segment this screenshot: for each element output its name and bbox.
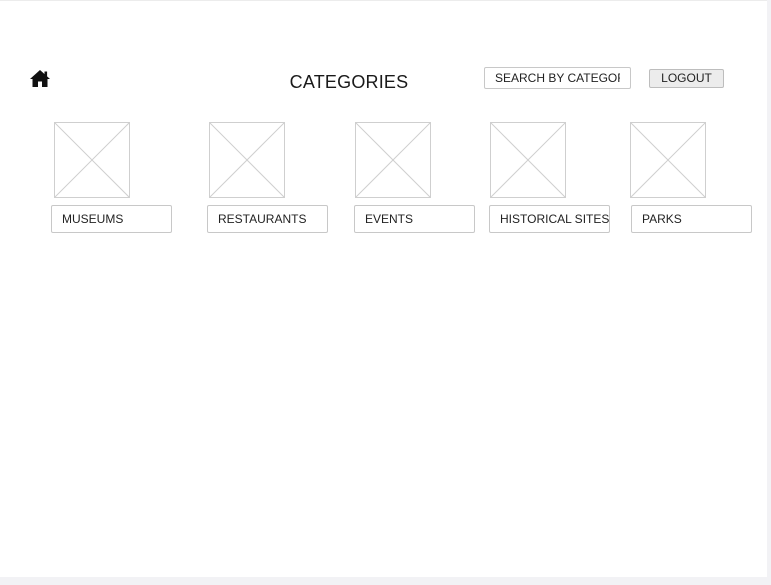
- category-button-parks[interactable]: PARKS: [631, 205, 752, 233]
- parks-image-placeholder-icon[interactable]: [630, 122, 706, 198]
- category-button-historical-sites[interactable]: HISTORICAL SITES: [489, 205, 610, 233]
- category-button-museums[interactable]: MUSEUMS: [51, 205, 172, 233]
- logout-button[interactable]: LOGOUT: [649, 69, 724, 88]
- restaurants-image-placeholder-icon[interactable]: [209, 122, 285, 198]
- search-input[interactable]: [484, 67, 631, 89]
- home-icon[interactable]: [29, 69, 51, 88]
- category-button-restaurants[interactable]: RESTAURANTS: [207, 205, 328, 233]
- museums-image-placeholder-icon[interactable]: [54, 122, 130, 198]
- category-button-events[interactable]: EVENTS: [354, 205, 475, 233]
- page-title: CATEGORIES: [289, 72, 409, 92]
- page-canvas: CATEGORIES LOGOUT MUSEUMS RESTAURANTS EV…: [0, 0, 767, 577]
- events-image-placeholder-icon[interactable]: [355, 122, 431, 198]
- historical-sites-image-placeholder-icon[interactable]: [490, 122, 566, 198]
